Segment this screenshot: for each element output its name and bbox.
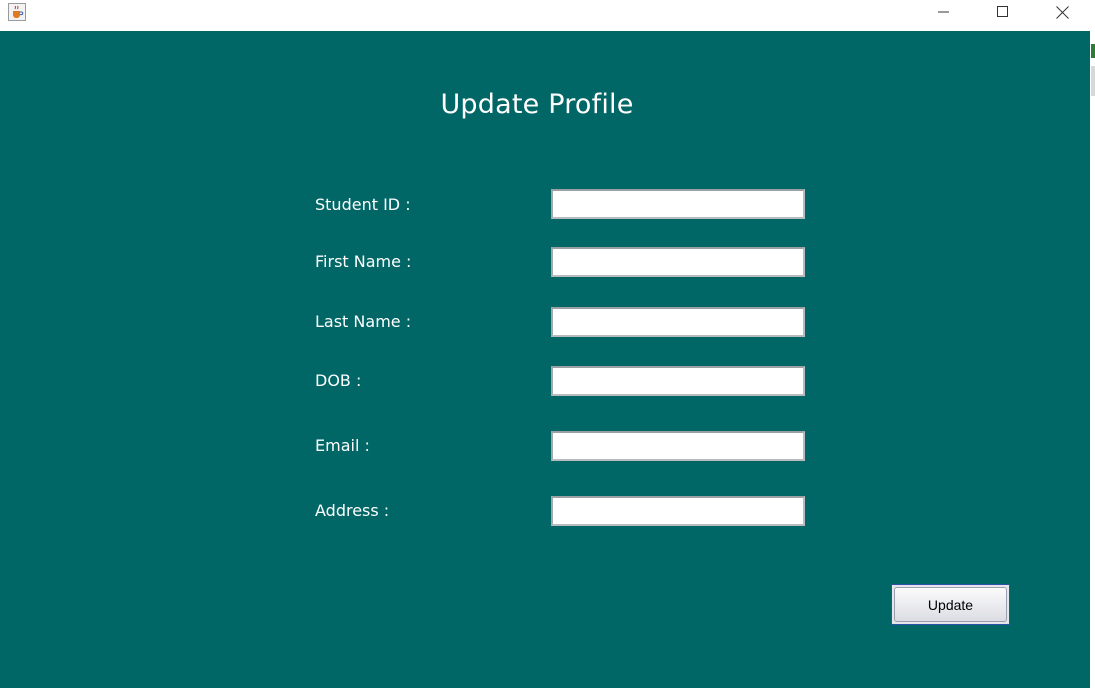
- background-window-edge-gray: [1091, 66, 1095, 96]
- first-name-label: First Name :: [315, 252, 412, 271]
- dob-label: DOB :: [315, 371, 362, 390]
- window-edge: [1090, 31, 1095, 688]
- update-profile-panel: Update Profile Student ID : First Name :…: [0, 31, 1090, 688]
- background-window-edge: [1091, 44, 1095, 58]
- address-field[interactable]: [551, 496, 805, 526]
- first-name-field[interactable]: [551, 247, 805, 277]
- minimize-icon: [938, 11, 949, 13]
- minimize-button[interactable]: [921, 0, 967, 24]
- last-name-label: Last Name :: [315, 312, 412, 331]
- maximize-icon: [997, 6, 1008, 17]
- maximize-button[interactable]: [980, 0, 1026, 24]
- last-name-field[interactable]: [551, 307, 805, 337]
- email-label: Email :: [315, 436, 370, 455]
- update-button-label: Update: [894, 587, 1007, 622]
- dob-field[interactable]: [551, 366, 805, 396]
- page-title: Update Profile: [440, 89, 634, 120]
- application-window: Update Profile Student ID : First Name :…: [0, 0, 1095, 688]
- update-button[interactable]: Update: [891, 584, 1010, 625]
- address-label: Address :: [315, 501, 390, 520]
- student-id-field[interactable]: [551, 189, 805, 219]
- java-coffee-cup-icon[interactable]: [8, 3, 26, 21]
- close-button[interactable]: [1039, 0, 1085, 24]
- close-icon: [1055, 5, 1069, 19]
- email-field[interactable]: [551, 431, 805, 461]
- title-bar: [0, 0, 1095, 31]
- student-id-label: Student ID :: [315, 195, 411, 214]
